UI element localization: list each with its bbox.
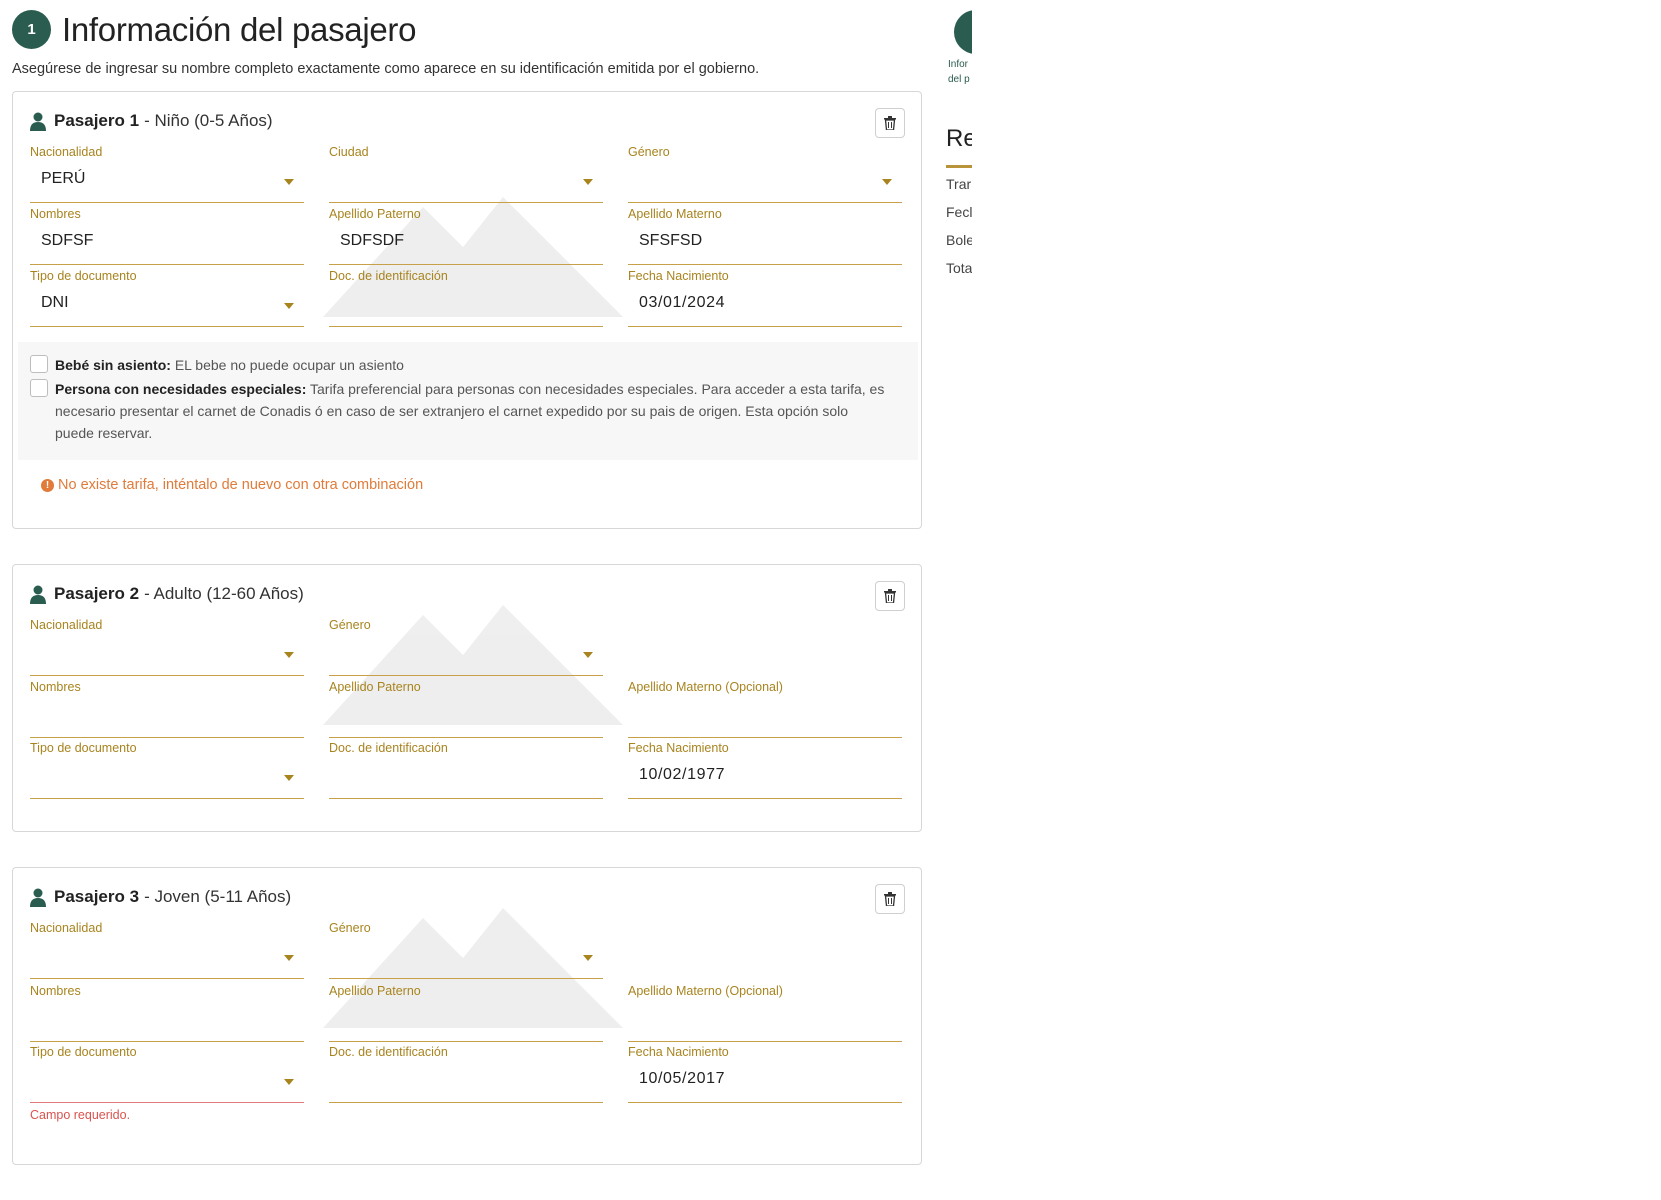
chevron-down-icon [583,652,593,658]
apellido-materno-input[interactable]: Apellido Materno SFSFSD [628,207,902,265]
passenger-type: - Adulto (12-60 Años) [144,584,304,603]
chevron-down-icon [284,179,294,185]
nacionalidad-select[interactable]: Nacionalidad PERÚ [30,145,304,203]
delete-passenger-button[interactable] [875,884,905,914]
person-icon [30,112,46,131]
sidebar-row: Fecl [946,204,972,220]
genero-select[interactable]: Género [628,145,902,203]
sidebar-title: Re [946,125,972,152]
chevron-down-icon [284,955,294,961]
apellido-materno-input[interactable]: Apellido Materno (Opcional) [628,680,902,738]
chevron-down-icon [882,179,892,185]
chevron-down-icon [284,303,294,309]
necesidades-especiales-checkbox[interactable] [30,379,48,397]
sidebar-step-circle[interactable] [954,10,972,54]
ciudad-select[interactable]: Ciudad [329,145,603,203]
chevron-down-icon [284,652,294,658]
fare-error-message: ! No existe tarifa, inténtalo de nuevo c… [41,477,423,493]
bebe-sin-asiento-checkbox[interactable] [30,355,48,373]
apellido-paterno-input[interactable]: Apellido Paterno SDFSDF [329,207,603,265]
chevron-down-icon [284,775,294,781]
nacionalidad-select[interactable]: Nacionalidad [30,618,304,676]
necesidades-especiales-option: Persona con necesidades especiales: Tari… [30,378,890,444]
page-title: Información del pasajero [62,10,417,48]
nombres-input[interactable]: Nombres SDFSF [30,207,304,265]
nombres-input[interactable]: Nombres [30,680,304,738]
person-icon [30,888,46,907]
trash-icon [884,589,896,603]
nombres-input[interactable]: Nombres [30,984,304,1042]
bebe-sin-asiento-option: Bebé sin asiento: EL bebe no puede ocupa… [30,354,404,376]
doc-identificacion-input[interactable]: Doc. de identificación [329,741,603,799]
step-number-badge: 1 [12,10,51,49]
sidebar-step-label: Infor del p [948,59,970,85]
sidebar-row: Tota [946,260,972,276]
exclamation-circle-icon: ! [41,478,54,492]
tipo-documento-select[interactable]: Tipo de documento [30,741,304,799]
tipo-documento-select[interactable]: Tipo de documento [30,1045,304,1103]
apellido-paterno-input[interactable]: Apellido Paterno [329,984,603,1042]
page-header: 1 Información del pasajero [12,10,416,49]
sidebar-title-underline [946,165,972,168]
person-icon [30,585,46,604]
delete-passenger-button[interactable] [875,108,905,138]
passenger-card-2: Pasajero 2 - Adulto (12-60 Años) Naciona… [12,564,922,832]
passenger-name: Pasajero 3 [54,887,140,906]
trash-icon [884,116,896,130]
passenger-heading: Pasajero 2 - Adulto (12-60 Años) [30,584,304,604]
chevron-down-icon [284,1079,294,1085]
sidebar-row: Trar [946,176,972,192]
delete-passenger-button[interactable] [875,581,905,611]
apellido-materno-input[interactable]: Apellido Materno (Opcional) [628,984,902,1042]
fecha-nacimiento-input[interactable]: Fecha Nacimiento 03/01/2024 [628,269,902,327]
genero-select[interactable]: Género [329,618,603,676]
required-field-message: Campo requerido. [30,1108,131,1122]
genero-select[interactable]: Género [329,921,603,979]
chevron-down-icon [583,179,593,185]
page-subtitle: Asegúrese de ingresar su nombre completo… [12,61,760,77]
passenger-name: Pasajero 1 [54,111,140,130]
sidebar-row: Bole [946,232,972,248]
doc-identificacion-input[interactable]: Doc. de identificación [329,269,603,327]
passenger-options-panel: Bebé sin asiento: EL bebe no puede ocupa… [18,342,918,460]
passenger-card-1: Pasajero 1 - Niño (0-5 Años) Nacionalida… [12,91,922,529]
doc-identificacion-input[interactable]: Doc. de identificación [329,1045,603,1103]
trash-icon [884,892,896,906]
apellido-paterno-input[interactable]: Apellido Paterno [329,680,603,738]
passenger-heading: Pasajero 1 - Niño (0-5 Años) [30,111,273,131]
passenger-type: - Niño (0-5 Años) [144,111,273,130]
passenger-card-3: Pasajero 3 - Joven (5-11 Años) Nacionali… [12,867,922,1165]
summary-sidebar: Infor del p Re Trar Fecl Bole Tota [940,0,972,300]
passenger-heading: Pasajero 3 - Joven (5-11 Años) [30,887,291,907]
chevron-down-icon [583,955,593,961]
nacionalidad-select[interactable]: Nacionalidad [30,921,304,979]
passenger-name: Pasajero 2 [54,584,140,603]
tipo-documento-select[interactable]: Tipo de documento DNI [30,269,304,327]
fecha-nacimiento-input[interactable]: Fecha Nacimiento 10/05/2017 [628,1045,902,1103]
passenger-type: - Joven (5-11 Años) [144,887,292,906]
fecha-nacimiento-input[interactable]: Fecha Nacimiento 10/02/1977 [628,741,902,799]
